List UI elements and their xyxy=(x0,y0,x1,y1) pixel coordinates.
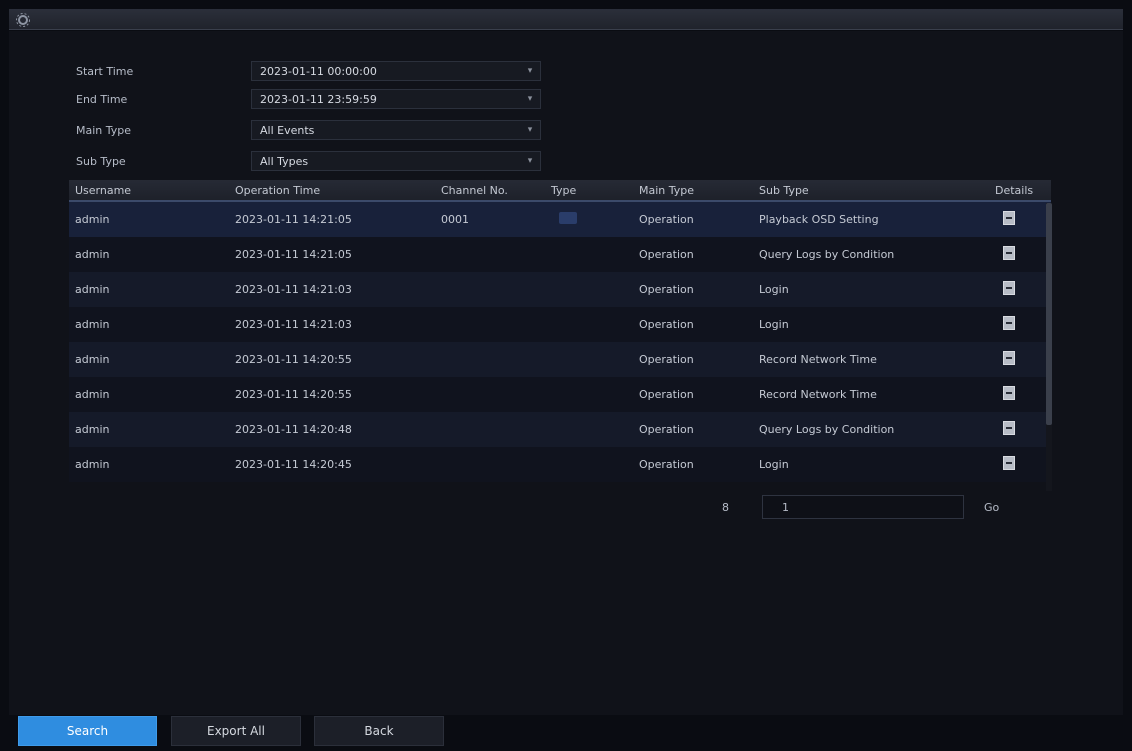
col-operation-time[interactable]: Operation Time xyxy=(229,184,435,197)
table-row[interactable]: admin 2023-01-11 14:21:05 0001 Operation… xyxy=(69,202,1051,237)
filter-start-time: Start Time 2023-01-11 00:00:00 ▾ xyxy=(76,60,541,82)
calendar-icon[interactable]: ▾ xyxy=(520,94,540,104)
start-time-label: Start Time xyxy=(76,64,134,78)
filter-end-time: End Time 2023-01-11 23:59:59 ▾ xyxy=(76,88,541,110)
col-channel[interactable]: Channel No. xyxy=(435,184,545,197)
table-scrollbar[interactable] xyxy=(1046,203,1052,491)
search-button[interactable]: Search xyxy=(18,716,157,746)
go-button[interactable]: Go xyxy=(984,495,999,519)
details-icon[interactable] xyxy=(1003,386,1015,400)
page-input[interactable] xyxy=(762,495,964,519)
table-row[interactable]: admin 2023-01-11 14:20:48 Operation Quer… xyxy=(69,412,1051,447)
filter-sub-type: Sub Type All Types ▾ xyxy=(76,150,541,172)
type-indicator xyxy=(559,212,577,224)
start-time-input[interactable]: 2023-01-11 00:00:00 ▾ xyxy=(251,61,541,81)
gear-icon xyxy=(16,13,30,27)
calendar-icon[interactable]: ▾ xyxy=(520,66,540,76)
details-icon[interactable] xyxy=(1003,421,1015,435)
details-icon[interactable] xyxy=(1003,456,1015,470)
details-icon[interactable] xyxy=(1003,316,1015,330)
table-header: Username Operation Time Channel No. Type… xyxy=(69,180,1051,202)
log-table: Username Operation Time Channel No. Type… xyxy=(69,180,1051,492)
filter-main-type: Main Type All Events ▾ xyxy=(76,119,541,141)
chevron-down-icon[interactable]: ▾ xyxy=(520,125,540,135)
details-icon[interactable] xyxy=(1003,211,1015,225)
main-type-label: Main Type xyxy=(76,123,132,137)
export-all-button[interactable]: Export All xyxy=(171,716,301,746)
table-row[interactable]: admin 2023-01-11 14:20:55 Operation Reco… xyxy=(69,377,1051,412)
main-type-select[interactable]: All Events ▾ xyxy=(251,120,541,140)
details-icon[interactable] xyxy=(1003,281,1015,295)
table-row[interactable]: admin 2023-01-11 14:20:55 Operation Reco… xyxy=(69,342,1051,377)
col-username[interactable]: Username xyxy=(69,184,229,197)
sub-type-label: Sub Type xyxy=(76,154,126,168)
table-body: admin 2023-01-11 14:21:05 0001 Operation… xyxy=(69,202,1051,482)
title-bar xyxy=(9,9,1123,30)
table-row[interactable]: admin 2023-01-11 14:21:03 Operation Logi… xyxy=(69,272,1051,307)
end-time-label: End Time xyxy=(76,92,128,106)
chevron-down-icon[interactable]: ▾ xyxy=(520,156,540,166)
col-sub-type[interactable]: Sub Type xyxy=(753,184,989,197)
col-main-type[interactable]: Main Type xyxy=(633,184,753,197)
page-number: 1 xyxy=(782,500,789,514)
scrollbar-thumb[interactable] xyxy=(1046,203,1052,425)
end-time-input[interactable]: 2023-01-11 23:59:59 ▾ xyxy=(251,89,541,109)
table-row[interactable]: admin 2023-01-11 14:20:45 Operation Logi… xyxy=(69,447,1051,482)
table-row[interactable]: admin 2023-01-11 14:21:03 Operation Logi… xyxy=(69,307,1051,342)
details-icon[interactable] xyxy=(1003,246,1015,260)
sub-type-select[interactable]: All Types ▾ xyxy=(251,151,541,171)
col-type[interactable]: Type xyxy=(545,184,633,197)
col-details[interactable]: Details xyxy=(989,184,1051,197)
details-icon[interactable] xyxy=(1003,351,1015,365)
total-count: 8 xyxy=(722,500,729,514)
table-row[interactable]: admin 2023-01-11 14:21:05 Operation Quer… xyxy=(69,237,1051,272)
back-button[interactable]: Back xyxy=(314,716,444,746)
